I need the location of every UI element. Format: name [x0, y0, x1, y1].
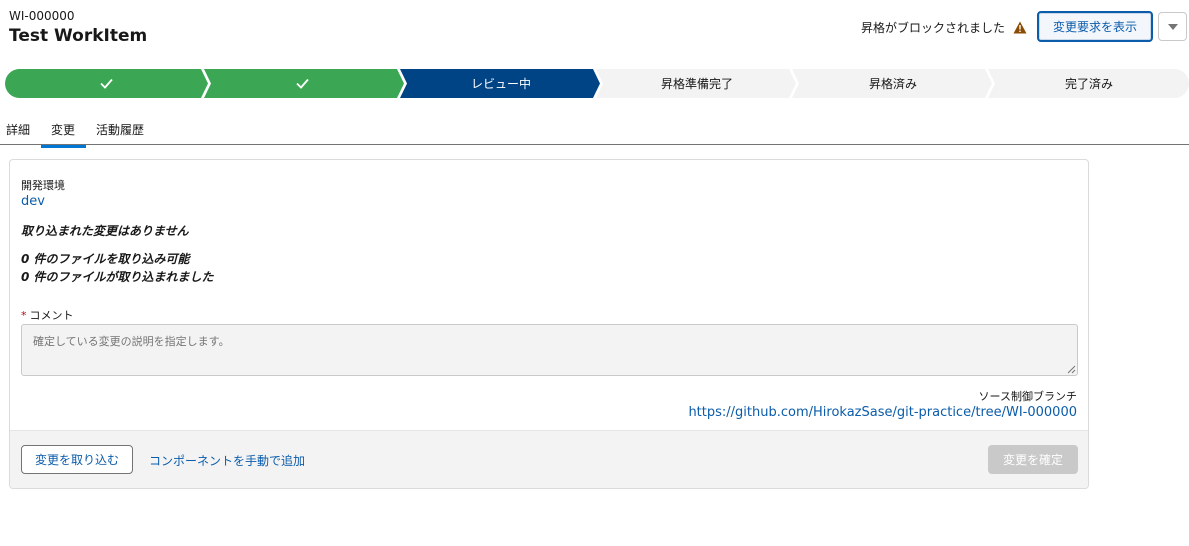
stage-label-completed: 完了済み [1064, 77, 1113, 91]
card-footer: 変更を取り込む コンポーネントを手動で追加 変更を確定 [10, 430, 1088, 488]
branch-url-link[interactable]: https://github.com/HirokazSase/git-pract… [688, 405, 1077, 420]
warning-icon [1013, 21, 1027, 34]
comment-textarea[interactable] [21, 324, 1078, 376]
chevron-down-icon [1167, 23, 1178, 30]
required-mark: * [21, 309, 27, 322]
import-changes-button[interactable]: 変更を取り込む [21, 445, 133, 474]
no-changes-text: 取り込まれた変更はありません [21, 224, 189, 238]
stage-label-ready: 昇格準備完了 [660, 77, 733, 91]
tab-details[interactable]: 詳細 [6, 121, 30, 138]
tab-changes[interactable]: 変更 [41, 121, 87, 148]
commit-changes-button[interactable]: 変更を確定 [988, 445, 1078, 474]
stage-label-review: レビュー中 [470, 77, 531, 91]
env-value-link[interactable]: dev [21, 194, 45, 209]
resize-handle-icon[interactable] [1067, 365, 1076, 374]
files-available-text: 0 件のファイルを取り込み可能 [21, 252, 190, 266]
branch-label: ソース制御ブランチ [978, 390, 1077, 403]
files-imported-text: 0 件のファイルが取り込まれました [21, 270, 214, 284]
tab-activity-history[interactable]: 活動履歴 [96, 121, 144, 138]
more-actions-button[interactable] [1158, 12, 1187, 41]
blocked-text: 昇格がブロックされました [861, 21, 1006, 35]
record-id: WI-000000 [9, 9, 75, 23]
page: WI-000000 Test WorkItem 昇格がブロックされました 変更要… [0, 0, 1189, 546]
comment-label-text: コメント [29, 309, 74, 322]
promotion-blocked-status: 昇格がブロックされました [861, 19, 1027, 36]
stage-label-promoted: 昇格済み [868, 77, 917, 91]
path-stage-1[interactable] [5, 69, 208, 98]
tab-bar: 詳細 変更 活動履歴 [0, 112, 1189, 148]
env-label: 開発環境 [21, 179, 65, 192]
stage-path: レビュー中 昇格準備完了 昇格済み 完了済み [5, 69, 1189, 98]
add-components-manually-link[interactable]: コンポーネントを手動で追加 [149, 452, 305, 469]
changes-card: 開発環境 dev 取り込まれた変更はありません 0 件のファイルを取り込み可能 … [9, 159, 1089, 489]
view-change-request-button[interactable]: 変更要求を表示 [1037, 11, 1153, 42]
record-title: Test WorkItem [9, 26, 148, 46]
comment-label: * コメント [21, 307, 74, 323]
